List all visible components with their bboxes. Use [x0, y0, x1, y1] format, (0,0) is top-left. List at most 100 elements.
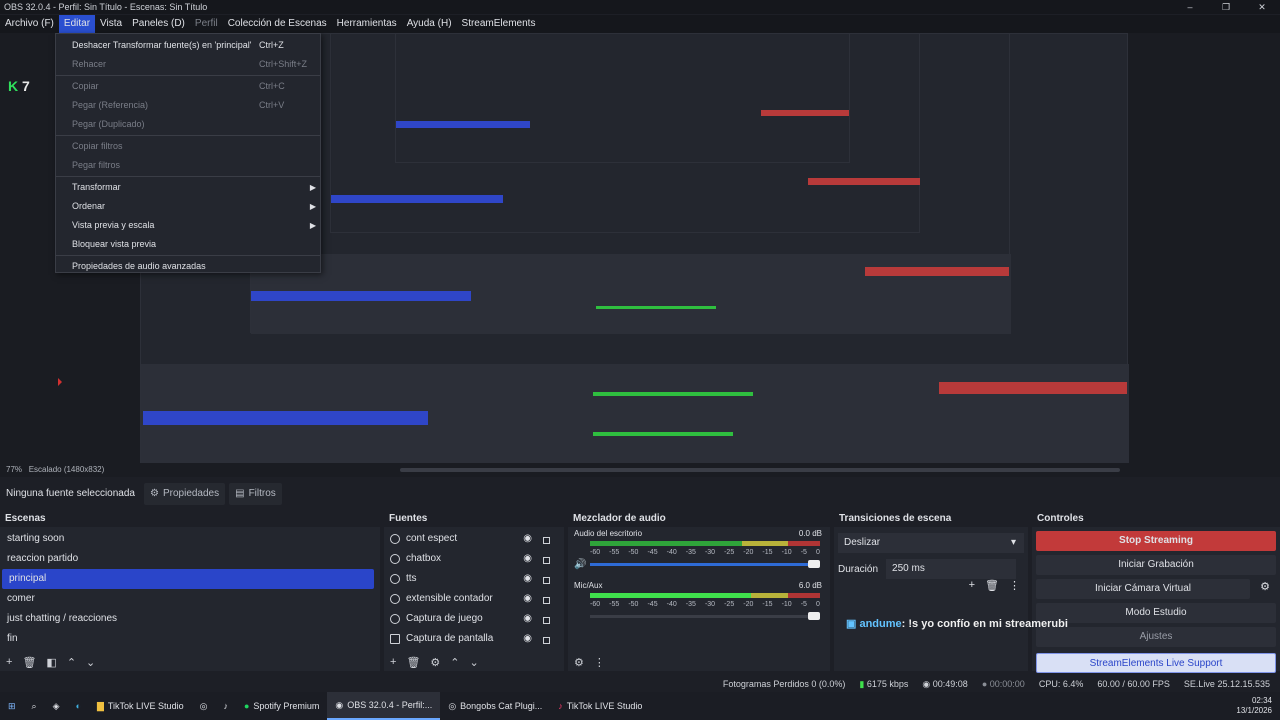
- menu-item-lock-preview[interactable]: Bloquear vista previa: [56, 235, 320, 254]
- properties-button[interactable]: ⚙ Propiedades: [144, 483, 226, 505]
- chrome-icon: ◎: [448, 700, 457, 711]
- search-icon[interactable]: ⌕: [24, 692, 45, 720]
- preview-scrollbar[interactable]: [400, 468, 1120, 472]
- taskbar-app[interactable]: ◎ Bongobs Cat Plugi...: [440, 692, 550, 720]
- menu-item-paste-dup[interactable]: Pegar (Duplicado): [56, 115, 320, 134]
- scene-item[interactable]: starting soon: [0, 529, 380, 549]
- lock-icon[interactable]: [543, 617, 550, 624]
- tiktok-icon[interactable]: ♪: [215, 692, 236, 720]
- menu-item-copy[interactable]: Copiar Ctrl+C: [56, 77, 320, 96]
- menu-item-paste-ref[interactable]: Pegar (Referencia) Ctrl+V: [56, 96, 320, 115]
- kick-badge: K 7: [8, 78, 30, 94]
- system-clock[interactable]: 02:34 13/1/2026: [1236, 696, 1272, 716]
- start-icon[interactable]: ⊞: [0, 692, 24, 720]
- menu-item-order[interactable]: Ordenar ▶: [56, 197, 320, 216]
- move-up-button[interactable]: ⌃: [67, 656, 76, 669]
- virtual-camera-button[interactable]: Iniciar Cámara Virtual: [1036, 579, 1250, 599]
- eye-icon[interactable]: ◉: [523, 589, 532, 609]
- lock-icon[interactable]: [543, 577, 550, 584]
- move-up-button[interactable]: ⌃: [450, 656, 459, 669]
- eye-icon[interactable]: ◉: [523, 549, 532, 569]
- maximize-icon[interactable]: ❐: [1208, 0, 1244, 14]
- volume-slider[interactable]: [590, 612, 820, 620]
- lock-icon[interactable]: [543, 597, 550, 604]
- menu-item-advanced-audio[interactable]: Propiedades de audio avanzadas: [56, 257, 320, 276]
- remove-transition-button[interactable]: 🗑: [985, 579, 999, 592]
- remove-scene-button[interactable]: 🗑: [22, 656, 36, 669]
- slider-knob[interactable]: [808, 612, 820, 620]
- menu-vista[interactable]: Vista: [95, 15, 127, 33]
- status-bar: Fotogramas Perdidos 0 (0.0%) ▮ 6175 kbps…: [0, 676, 1280, 692]
- close-icon[interactable]: ✕: [1244, 0, 1280, 14]
- lock-icon[interactable]: [543, 537, 550, 544]
- menu-coleccion[interactable]: Colección de Escenas: [223, 15, 332, 33]
- menu-item-redo[interactable]: Rehacer Ctrl+Shift+Z: [56, 55, 320, 74]
- source-settings-button[interactable]: ⚙: [430, 656, 440, 669]
- menu-editar[interactable]: Editar: [58, 15, 96, 33]
- lock-icon[interactable]: [543, 557, 550, 564]
- lock-icon[interactable]: [543, 637, 550, 644]
- menu-item-preview-scale[interactable]: Vista previa y escala ▶: [56, 216, 320, 235]
- scene-item[interactable]: fin: [0, 629, 380, 649]
- copilot-icon[interactable]: ◈: [45, 692, 68, 720]
- streamelements-support-button[interactable]: StreamElements Live Support: [1036, 653, 1276, 673]
- menu-perfil[interactable]: Perfil: [190, 15, 223, 33]
- eye-icon[interactable]: ◉: [523, 609, 532, 629]
- move-down-button[interactable]: ⌄: [470, 656, 479, 669]
- fps: 60.00 / 60.00 FPS: [1097, 679, 1170, 689]
- mixer-menu-icon[interactable]: ⋮: [594, 656, 605, 669]
- source-item[interactable]: chatbox ◉: [384, 549, 564, 569]
- menu-item-copy-filters[interactable]: Copiar filtros: [56, 137, 320, 156]
- menu-paneles[interactable]: Paneles (D): [127, 15, 190, 33]
- window-titlebar: OBS 32.0.4 - Perfil: Sin Título - Escena…: [0, 0, 1280, 14]
- menu-item-undo[interactable]: Deshacer Transformar fuente(s) en 'princ…: [56, 36, 320, 55]
- scene-item[interactable]: just chatting / reacciones: [0, 609, 380, 629]
- studio-mode-button[interactable]: Modo Estudio: [1036, 603, 1276, 623]
- chrome-icon[interactable]: ◎: [192, 692, 216, 720]
- speaker-icon[interactable]: 🔊: [574, 559, 586, 570]
- zoom-level[interactable]: 77%: [6, 465, 22, 474]
- mixer-settings-icon[interactable]: ⚙: [574, 656, 584, 669]
- scene-item[interactable]: reaccion partido: [0, 549, 380, 569]
- scene-item[interactable]: comer: [0, 589, 380, 609]
- menu-ayuda[interactable]: Ayuda (H): [402, 15, 457, 33]
- minimize-icon[interactable]: –: [1172, 0, 1208, 14]
- transition-menu-icon[interactable]: ⋮: [1009, 579, 1020, 592]
- menu-streamelements[interactable]: StreamElements: [457, 15, 541, 33]
- scene-item-selected[interactable]: principal: [2, 569, 374, 589]
- filters-scene-button[interactable]: ◧: [46, 656, 56, 669]
- start-recording-button[interactable]: Iniciar Grabación: [1036, 555, 1276, 575]
- mixer-title: Mezclador de audio: [568, 511, 830, 527]
- taskbar-app-active[interactable]: ◉ OBS 32.0.4 - Perfil:...: [327, 692, 441, 720]
- filters-button[interactable]: ▤ Filtros: [229, 483, 282, 505]
- remove-source-button[interactable]: 🗑: [406, 656, 420, 669]
- duration-field[interactable]: 250 ms: [886, 559, 1017, 579]
- add-transition-button[interactable]: +: [969, 579, 975, 592]
- settings-button[interactable]: Ajustes: [1036, 627, 1276, 647]
- taskbar-app[interactable]: ● Spotify Premium: [236, 692, 327, 720]
- taskbar-app[interactable]: ▇ TikTok LIVE Studio: [89, 692, 192, 720]
- eye-icon[interactable]: ◉: [523, 529, 532, 549]
- edge-icon[interactable]: ◐: [68, 692, 89, 720]
- menu-archivo[interactable]: Archivo (F): [0, 15, 59, 33]
- source-item[interactable]: Captura de pantalla ◉: [384, 629, 564, 649]
- slider-knob[interactable]: [808, 560, 820, 568]
- volume-slider[interactable]: [590, 560, 820, 568]
- add-source-button[interactable]: +: [390, 656, 396, 668]
- add-scene-button[interactable]: +: [6, 656, 12, 668]
- transition-select[interactable]: Deslizar: [838, 533, 1024, 553]
- eye-icon[interactable]: ◉: [523, 569, 532, 589]
- source-item[interactable]: Captura de juego ◉: [384, 609, 564, 629]
- source-item[interactable]: cont espect ◉: [384, 529, 564, 549]
- taskbar-app[interactable]: ♪ TikTok LIVE Studio: [550, 692, 650, 720]
- menu-item-paste-filters[interactable]: Pegar filtros: [56, 156, 320, 175]
- menu-herramientas[interactable]: Herramientas: [332, 15, 402, 33]
- virtual-camera-settings-icon[interactable]: ⚙: [1260, 580, 1270, 593]
- menu-item-transform[interactable]: Transformar ▶: [56, 178, 320, 197]
- move-down-button[interactable]: ⌄: [86, 656, 95, 669]
- source-icon: [390, 534, 400, 544]
- eye-icon[interactable]: ◉: [523, 629, 532, 649]
- stop-streaming-button[interactable]: Stop Streaming: [1036, 531, 1276, 551]
- source-item[interactable]: extensible contador ◉: [384, 589, 564, 609]
- source-item[interactable]: tts ◉: [384, 569, 564, 589]
